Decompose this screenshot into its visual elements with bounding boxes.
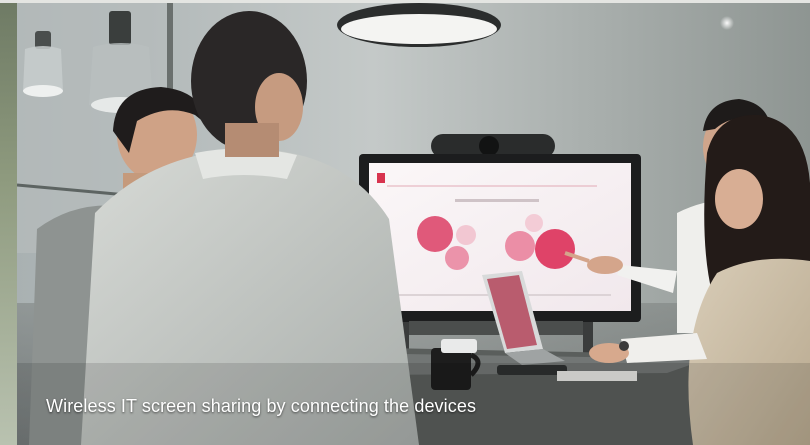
video-frame: Wireless IT screen sharing by connecting… [0,0,810,445]
video-caption: Wireless IT screen sharing by connecting… [46,396,477,416]
meeting-scene-image [17,3,810,445]
left-edge-strip [0,0,17,445]
